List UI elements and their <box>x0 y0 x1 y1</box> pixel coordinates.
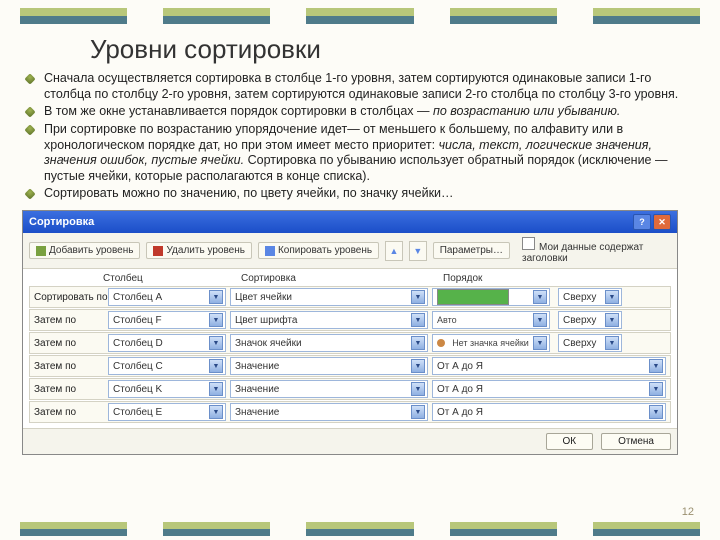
bullet-list: Сначала осуществляется сортировка в стол… <box>22 71 698 202</box>
row-label: Затем по <box>30 315 108 326</box>
order-combo[interactable]: Авто▼ <box>432 311 550 329</box>
sort-on-combo[interactable]: Цвет ячейки▼ <box>230 288 428 306</box>
side-combo[interactable]: Сверху▼ <box>558 311 622 329</box>
add-level-button[interactable]: Добавить уровень <box>29 242 140 259</box>
order-combo[interactable]: От А до Я▼ <box>432 380 666 398</box>
page-number: 12 <box>682 506 694 518</box>
sort-row: Сортировать по Столбец A▼ Цвет ячейки▼ ▼… <box>29 286 671 308</box>
bullet-item: При сортировке по возрастанию упорядочен… <box>44 122 698 185</box>
ok-button[interactable]: ОК <box>546 433 594 450</box>
delete-level-button[interactable]: Удалить уровень <box>146 242 251 259</box>
order-combo[interactable]: От А до Я▼ <box>432 403 666 421</box>
column-combo[interactable]: Столбец D▼ <box>108 334 226 352</box>
sort-on-combo[interactable]: Цвет шрифта▼ <box>230 311 428 329</box>
close-button[interactable]: ✕ <box>653 214 671 230</box>
chevron-down-icon: ▼ <box>605 290 619 304</box>
sort-on-combo[interactable]: Значение▼ <box>230 403 428 421</box>
header-column: Столбец <box>103 273 241 284</box>
grid-header: Столбец Сортировка Порядок <box>29 269 671 286</box>
header-order: Порядок <box>443 273 671 284</box>
chevron-down-icon: ▼ <box>533 290 547 304</box>
bullet-item: В том же окне устанавливается порядок со… <box>44 104 698 120</box>
sort-on-combo[interactable]: Значок ячейки▼ <box>230 334 428 352</box>
sort-dialog: Сортировка ? ✕ Добавить уровень Удалить … <box>22 210 678 455</box>
sort-grid: Столбец Сортировка Порядок Сортировать п… <box>23 269 677 428</box>
column-combo[interactable]: Столбец A▼ <box>108 288 226 306</box>
sort-on-combo[interactable]: Значение▼ <box>230 357 428 375</box>
sort-row: Затем по Столбец E▼ Значение▼ От А до Я▼ <box>29 401 671 423</box>
dialog-footer: ОК Отмена <box>23 428 677 454</box>
order-combo[interactable]: От А до Я▼ <box>432 357 666 375</box>
bullet-item: Сортировать можно по значению, по цвету … <box>44 186 698 202</box>
move-down-button[interactable]: ▼ <box>409 241 427 261</box>
row-label: Затем по <box>30 361 108 372</box>
sort-row: Затем по Столбец C▼ Значение▼ От А до Я▼ <box>29 355 671 377</box>
page-title: Уровни сортировки <box>90 34 698 65</box>
decor-top <box>0 8 720 24</box>
decor-bottom <box>0 522 720 536</box>
dot-icon <box>437 339 445 347</box>
column-combo[interactable]: Столбец C▼ <box>108 357 226 375</box>
slide-content: Уровни сортировки Сначала осуществляется… <box>22 30 698 455</box>
row-label: Затем по <box>30 407 108 418</box>
chevron-down-icon: ▼ <box>411 290 425 304</box>
order-combo[interactable]: ▼ <box>432 288 550 306</box>
chevron-down-icon: ▼ <box>209 290 223 304</box>
dialog-title: Сортировка <box>29 216 94 228</box>
headers-checkbox[interactable]: Мои данные содержат заголовки <box>522 237 671 264</box>
column-combo[interactable]: Столбец E▼ <box>108 403 226 421</box>
move-up-button[interactable]: ▲ <box>385 241 403 261</box>
column-combo[interactable]: Столбец K▼ <box>108 380 226 398</box>
side-combo[interactable]: Сверху▼ <box>558 334 622 352</box>
row-label: Затем по <box>30 384 108 395</box>
copy-icon <box>265 246 275 256</box>
row-label: Затем по <box>30 338 108 349</box>
row-label: Сортировать по <box>30 292 108 303</box>
side-combo[interactable]: Сверху▼ <box>558 288 622 306</box>
cancel-button[interactable]: Отмена <box>601 433 671 450</box>
options-button[interactable]: Параметры… <box>433 242 510 259</box>
sort-row: Затем по Столбец K▼ Значение▼ От А до Я▼ <box>29 378 671 400</box>
order-combo[interactable]: Нет значка ячейки▼ <box>432 334 550 352</box>
sort-row: Затем по Столбец F▼ Цвет шрифта▼ Авто▼ С… <box>29 309 671 331</box>
sort-row: Затем по Столбец D▼ Значок ячейки▼ Нет з… <box>29 332 671 354</box>
help-button[interactable]: ? <box>633 214 651 230</box>
sort-on-combo[interactable]: Значение▼ <box>230 380 428 398</box>
dialog-toolbar: Добавить уровень Удалить уровень Копиров… <box>23 233 677 269</box>
header-sort: Сортировка <box>241 273 443 284</box>
color-swatch <box>437 289 509 305</box>
copy-level-button[interactable]: Копировать уровень <box>258 242 379 259</box>
delete-icon <box>153 246 163 256</box>
column-combo[interactable]: Столбец F▼ <box>108 311 226 329</box>
add-icon <box>36 246 46 256</box>
dialog-titlebar: Сортировка ? ✕ <box>23 211 677 233</box>
bullet-item: Сначала осуществляется сортировка в стол… <box>44 71 698 102</box>
